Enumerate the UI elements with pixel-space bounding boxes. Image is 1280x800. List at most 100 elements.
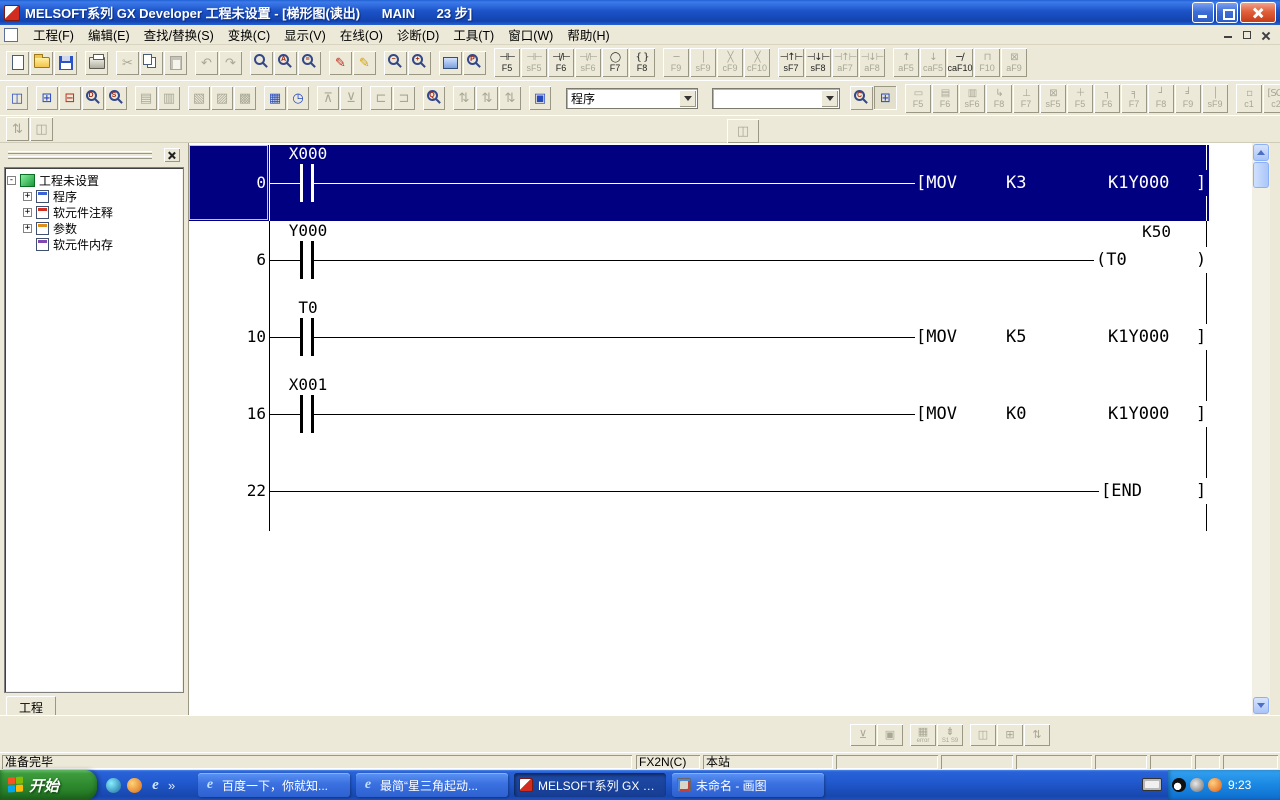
tree-expand-icon[interactable]: - xyxy=(7,176,16,185)
device-combo[interactable] xyxy=(712,88,840,109)
cross-reference-button[interactable]: Q xyxy=(423,86,445,110)
ladder-display-button[interactable]: ⊞ xyxy=(36,86,58,110)
chevron-down-icon[interactable] xyxy=(821,90,838,107)
start-button[interactable]: 开始 xyxy=(0,770,97,800)
scroll-down-icon[interactable] xyxy=(1253,697,1269,714)
rising-pulse-button[interactable]: ⊣↑⊢sF7 xyxy=(778,48,804,77)
menu-item-3[interactable]: 变换(C) xyxy=(221,23,277,46)
menu-item-1[interactable]: 编辑(E) xyxy=(81,23,137,46)
tree-close-icon[interactable] xyxy=(164,148,180,162)
invert-result-button[interactable]: ─∕caF10 xyxy=(947,48,973,77)
device-memory-grid-button[interactable]: ▦ xyxy=(264,86,286,110)
sfc-sel-converge-symbol-icon: ┘ xyxy=(1158,88,1163,99)
save-button[interactable] xyxy=(54,51,77,75)
tree-item-device-comment[interactable]: +软元件注释 xyxy=(7,204,181,220)
open-button[interactable] xyxy=(30,51,53,75)
vertical-scrollbar[interactable] xyxy=(1252,143,1270,715)
chevron-down-icon[interactable] xyxy=(679,90,696,107)
monitor-window-button[interactable]: ▣ xyxy=(529,86,551,110)
tree-item-program[interactable]: +程序 xyxy=(7,188,181,204)
scroll-up-icon[interactable] xyxy=(1253,144,1269,161)
task-paint[interactable]: 未命名 - 画图 xyxy=(672,773,824,797)
ladder-canvas[interactable]: 0X000[MOVK3K1Y000]6Y000(T0)K5010T0[MOVK5… xyxy=(188,143,1252,715)
zoom-out-button[interactable]: − xyxy=(384,51,407,75)
tree-item-device-memory[interactable]: 软元件内存 xyxy=(7,236,181,252)
menu-item-0[interactable]: 工程(F) xyxy=(26,23,81,46)
mdi-close-button[interactable] xyxy=(1257,27,1274,42)
tree-item-parameter[interactable]: + 参数 xyxy=(7,220,181,236)
quick-launch-icon-1[interactable] xyxy=(106,778,121,793)
mdi-minimize-button[interactable] xyxy=(1219,27,1236,42)
list-display-button[interactable]: ⊟ xyxy=(59,86,81,110)
minimize-button[interactable] xyxy=(1192,2,1214,23)
chevron-right-icon[interactable]: » xyxy=(168,778,175,793)
tree-expand-icon[interactable]: + xyxy=(23,192,32,201)
find-device-icon: A xyxy=(278,54,289,65)
tab-project[interactable]: 工程 xyxy=(6,696,56,717)
program-combo[interactable]: 程序 xyxy=(566,88,698,109)
copy-button[interactable] xyxy=(140,51,163,75)
screen-display-button[interactable] xyxy=(439,51,462,75)
monitor-clock-button[interactable]: ◷ xyxy=(287,86,309,110)
drag-grip[interactable] xyxy=(8,156,152,159)
new-button[interactable] xyxy=(6,51,29,75)
drag-grip[interactable] xyxy=(8,151,152,154)
volume-tray-icon[interactable] xyxy=(1190,778,1204,792)
input-method-keyboard-icon[interactable] xyxy=(1142,778,1162,791)
step-find-button[interactable]: S xyxy=(105,86,127,110)
closed-contact-symbol-icon: ⊣/⊢ xyxy=(552,52,570,63)
menu-item-2[interactable]: 查找/替换(S) xyxy=(137,23,221,46)
monitor-edit-mark-button[interactable]: ✎ xyxy=(353,51,376,75)
mdi-document-icon[interactable] xyxy=(4,28,18,42)
scroll-thumb[interactable] xyxy=(1253,162,1269,188)
restore-button[interactable] xyxy=(1216,2,1238,23)
tree-item-label: 参数 xyxy=(53,220,77,237)
data-list-display-icon: ◫ xyxy=(11,90,23,106)
instruction-operand: K1Y000 xyxy=(1108,172,1169,194)
falling-pulse-button[interactable]: ⊣↓⊢sF8 xyxy=(805,48,831,77)
tree-panel-header[interactable] xyxy=(4,147,184,165)
sfc-step-no-icon: ⇟ xyxy=(945,727,954,738)
menu-item-6[interactable]: 诊断(D) xyxy=(390,23,446,46)
close-button[interactable] xyxy=(1240,2,1276,23)
quick-launch-icon-2[interactable] xyxy=(127,778,142,793)
data-list-display-button[interactable]: ◫ xyxy=(6,86,28,110)
find-device-button[interactable]: A xyxy=(274,51,297,75)
security-tray-icon[interactable] xyxy=(1208,778,1222,792)
menu-item-9[interactable]: 帮助(H) xyxy=(560,23,616,46)
application-instruction-button[interactable]: { }F8 xyxy=(629,48,655,77)
closed-contact-button[interactable]: ⊣/⊢F6 xyxy=(548,48,574,77)
tree-expand-icon[interactable]: + xyxy=(23,224,32,233)
project-verify-button[interactable]: P xyxy=(463,51,486,75)
task-star-delta[interactable]: e最简“星三角起动... xyxy=(356,773,508,797)
device-find-button[interactable]: D xyxy=(82,86,104,110)
coil-button[interactable]: ◯F7 xyxy=(602,48,628,77)
project-tree: -工程未设置+程序+软元件注释+参数软元件内存 xyxy=(4,167,184,693)
find-instruction-button[interactable]: ≡ xyxy=(298,51,321,75)
project-tree-toggle-button[interactable]: ⊞ xyxy=(874,86,897,110)
mdi-restore-button[interactable] xyxy=(1238,27,1255,42)
menu-item-7[interactable]: 工具(T) xyxy=(446,23,501,46)
menu-item-8[interactable]: 窗口(W) xyxy=(501,23,560,46)
sfc-block-grid-button: ⊞ xyxy=(997,724,1023,746)
comment-edit-button: ▤ xyxy=(135,86,157,110)
quick-launch-ie-icon[interactable]: e xyxy=(148,778,163,793)
edit-cursor-cell[interactable] xyxy=(189,145,268,220)
print-button[interactable] xyxy=(85,51,108,75)
find-button[interactable] xyxy=(250,51,273,75)
qq-tray-icon[interactable] xyxy=(1172,778,1186,792)
tree-expand-icon[interactable]: + xyxy=(23,208,32,217)
task-melsoft[interactable]: MELSOFT系列 GX D... xyxy=(514,773,666,797)
open-contact-button[interactable]: ⊣⊢F5 xyxy=(494,48,520,77)
alias-display-icon: ⇅ xyxy=(12,121,23,137)
zoom-in-button[interactable]: + xyxy=(408,51,431,75)
task-baidu[interactable]: e百度一下，你就知... xyxy=(198,773,350,797)
menu-item-4[interactable]: 显示(V) xyxy=(277,23,333,46)
menu-item-5[interactable]: 在线(O) xyxy=(333,23,390,46)
sfc-error-list-button: ▦error xyxy=(910,724,936,746)
key-label: sF5 xyxy=(526,63,541,73)
ladder-edit-mark-button[interactable]: ✎ xyxy=(329,51,352,75)
comment-find-button[interactable]: C xyxy=(850,86,873,110)
tree-item-project-root[interactable]: -工程未设置 xyxy=(7,172,181,188)
device-comment-icon xyxy=(36,206,49,219)
